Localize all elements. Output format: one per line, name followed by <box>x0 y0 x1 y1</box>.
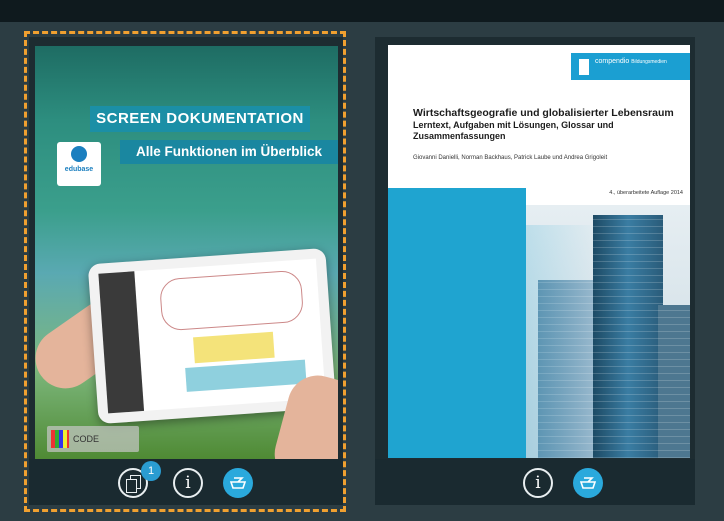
logo-text: edubase <box>64 166 94 173</box>
download-button[interactable] <box>223 468 253 498</box>
info-button[interactable]: i <box>523 468 553 498</box>
book-title: Wirtschaftsgeografie und globalisierter … <box>413 107 674 119</box>
copies-count-badge: 1 <box>141 461 161 481</box>
logo-mark-icon <box>71 146 87 162</box>
book-toolbar: 1 i <box>29 459 343 505</box>
code-icon <box>51 430 69 448</box>
info-button[interactable]: i <box>173 468 203 498</box>
cover-title: SCREEN DOKUMENTATION <box>90 106 310 132</box>
book-cover[interactable]: compendio Bildungsmedien Wirtschaftsgeog… <box>388 45 690 458</box>
top-bar <box>0 0 724 22</box>
publisher-logo: compendio Bildungsmedien <box>571 53 690 80</box>
cover-subtitle: Alle Funktionen im Überblick <box>120 140 338 164</box>
info-icon: i <box>185 473 191 493</box>
code-label: CODE <box>47 426 139 452</box>
book-card-screen-dokumentation[interactable]: SCREEN DOKUMENTATION Alle Funktionen im … <box>29 37 343 505</box>
download-button[interactable] <box>573 468 603 498</box>
book-subtitle: Lerntext, Aufgaben mit Lösungen, Glossar… <box>413 120 614 141</box>
book-cover[interactable]: SCREEN DOKUMENTATION Alle Funktionen im … <box>35 46 338 459</box>
book-toolbar: i <box>375 459 695 505</box>
book-edition: 4., überarbeitete Auflage 2014 <box>609 190 683 196</box>
book-authors: Giovanni Danielli, Norman Backhaus, Patr… <box>413 155 608 161</box>
book-card-wirtschaftsgeografie[interactable]: compendio Bildungsmedien Wirtschaftsgeog… <box>375 37 695 505</box>
download-icon <box>229 477 247 489</box>
download-icon <box>579 477 597 489</box>
edubase-logo: edubase <box>57 142 101 186</box>
info-icon: i <box>535 473 541 493</box>
